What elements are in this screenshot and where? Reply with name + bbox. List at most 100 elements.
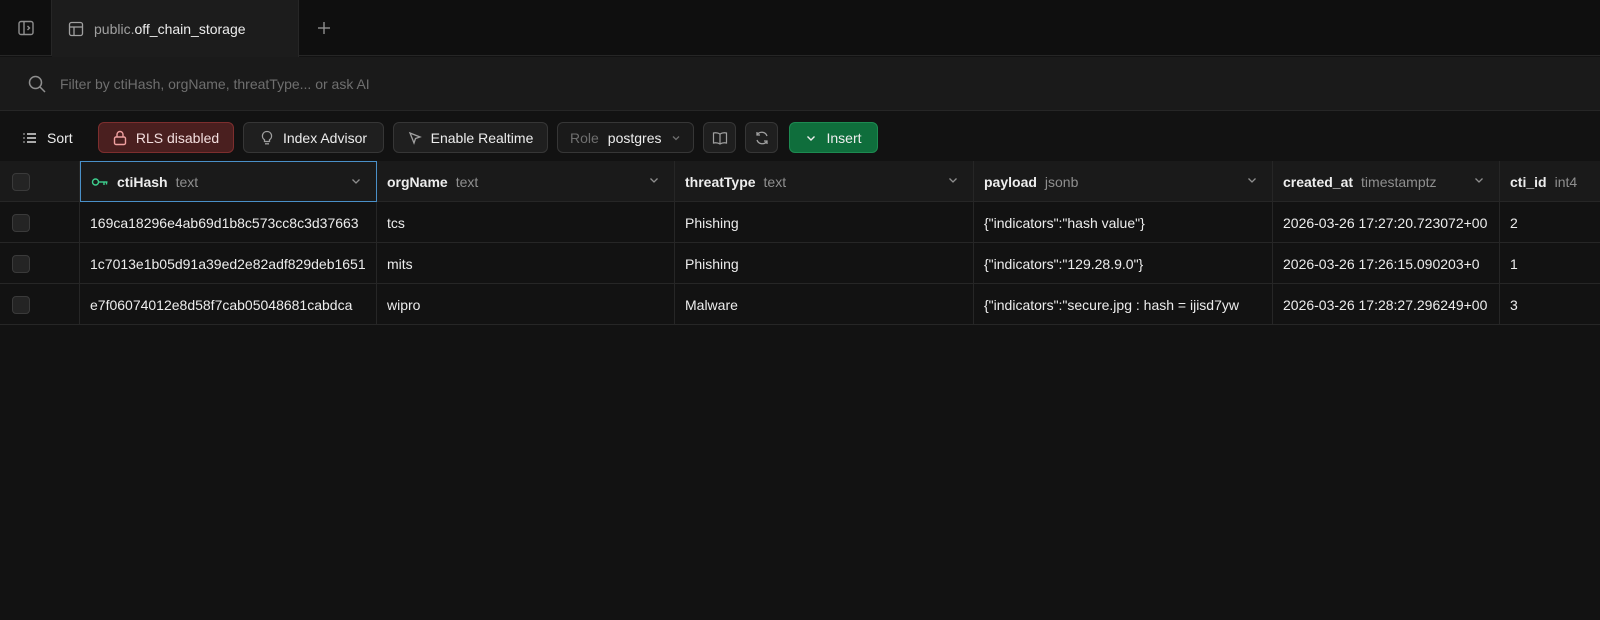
row-select-cell — [0, 202, 80, 243]
sidebar-toggle-icon — [17, 19, 35, 37]
cell-value: Malware — [685, 296, 738, 313]
chevron-down-icon — [805, 132, 817, 144]
cell-payload[interactable]: {"indicators":"129.28.9.0"} — [974, 243, 1273, 284]
cell-value: mits — [387, 255, 413, 272]
cell-cti-id[interactable]: 2 — [1500, 202, 1600, 243]
row-checkbox[interactable] — [12, 254, 30, 273]
column-header-created-at[interactable]: created_at timestamptz — [1273, 161, 1500, 202]
lightbulb-icon — [260, 130, 274, 146]
cell-payload[interactable]: {"indicators":"secure.jpg : hash = ijisd… — [974, 284, 1273, 325]
row-select-cell — [0, 284, 80, 325]
column-header-payload[interactable]: payload jsonb — [974, 161, 1273, 202]
chevron-down-icon — [671, 133, 681, 143]
grid-empty-area — [0, 328, 1600, 620]
cell-orgname[interactable]: tcs — [377, 202, 675, 243]
cell-orgname[interactable]: mits — [377, 243, 675, 284]
grid-header: ctiHash text orgName text threatType tex… — [0, 161, 1600, 202]
cell-cti-id[interactable]: 1 — [1500, 243, 1600, 284]
cell-created-at[interactable]: 2026-03-26 17:28:27.296249+00 — [1273, 284, 1500, 325]
cell-value: 2026-03-26 17:26:15.090203+0 — [1283, 255, 1480, 272]
tab-title: public.off_chain_storage — [94, 21, 246, 37]
column-header-threattype[interactable]: threatType text — [675, 161, 974, 202]
index-advisor-label: Index Advisor — [282, 129, 368, 146]
column-name: created_at — [1283, 173, 1354, 190]
cell-value: 3 — [1510, 296, 1518, 313]
cell-created-at[interactable]: 2026-03-26 17:26:15.090203+0 — [1273, 243, 1500, 284]
row-checkbox[interactable] — [12, 295, 30, 314]
cell-ctihash[interactable]: 169ca18296e4ab69d1b8c573cc8c3d37663 — [80, 202, 377, 243]
rls-disabled-button[interactable]: RLS disabled — [98, 122, 234, 153]
chevron-down-icon[interactable] — [1246, 174, 1258, 186]
role-selector[interactable]: Role postgres — [557, 122, 694, 153]
table-icon — [68, 21, 84, 37]
search-icon — [27, 74, 47, 94]
chevron-down-icon[interactable] — [648, 174, 660, 186]
table-row[interactable]: 169ca18296e4ab69d1b8c573cc8c3d37663 tcs … — [0, 202, 1600, 243]
column-header-orgname[interactable]: orgName text — [377, 161, 675, 202]
column-type: int4 — [1554, 173, 1578, 190]
cell-orgname[interactable]: wipro — [377, 284, 675, 325]
docs-button[interactable] — [703, 122, 736, 153]
row-select-cell — [0, 243, 80, 284]
cell-value: {"indicators":"hash value"} — [984, 214, 1145, 231]
rls-label: RLS disabled — [135, 129, 220, 146]
book-icon — [712, 131, 728, 145]
plus-icon — [316, 20, 332, 36]
index-advisor-button[interactable]: Index Advisor — [243, 122, 384, 153]
column-name: orgName — [387, 173, 448, 190]
cell-value: e7f06074012e8d58f7cab05048681cabdca — [90, 296, 353, 313]
cell-value: {"indicators":"129.28.9.0"} — [984, 255, 1144, 272]
sort-icon — [22, 130, 38, 146]
cell-value: 169ca18296e4ab69d1b8c573cc8c3d37663 — [90, 214, 359, 231]
insert-label: Insert — [826, 129, 862, 146]
tab-bar: public.off_chain_storage — [0, 0, 1600, 57]
key-icon — [91, 176, 109, 188]
table-row[interactable]: 1c7013e1b05d91a39ed2e82adf829deb1651 mit… — [0, 243, 1600, 284]
tab-table-name: off_chain_storage — [134, 20, 246, 37]
select-all-checkbox[interactable] — [12, 172, 30, 191]
role-value: postgres — [607, 129, 662, 146]
cell-value: 1c7013e1b05d91a39ed2e82adf829deb1651 — [90, 255, 366, 272]
select-all-cell — [0, 161, 80, 202]
lock-icon — [113, 130, 127, 146]
cell-value: 2 — [1510, 214, 1518, 231]
cell-threattype[interactable]: Phishing — [675, 202, 974, 243]
tab-off-chain-storage[interactable]: public.off_chain_storage — [52, 0, 299, 57]
chevron-down-icon[interactable] — [1473, 174, 1485, 186]
column-header-ctihash[interactable]: ctiHash text — [80, 161, 377, 202]
chevron-down-icon[interactable] — [947, 174, 959, 186]
cell-value: wipro — [387, 296, 421, 313]
toolbar: Sort RLS disabled Index Advisor Enable R… — [0, 112, 1600, 160]
sidebar-toggle-button[interactable] — [0, 0, 52, 56]
column-header-cti-id[interactable]: cti_id int4 — [1500, 161, 1600, 202]
cell-payload[interactable]: {"indicators":"hash value"} — [974, 202, 1273, 243]
column-type: text — [175, 173, 199, 190]
realtime-icon — [408, 131, 422, 145]
cell-created-at[interactable]: 2026-03-26 17:27:20.723072+00 — [1273, 202, 1500, 243]
role-label: Role — [570, 129, 599, 146]
cell-value: 2026-03-26 17:27:20.723072+00 — [1283, 214, 1488, 231]
enable-realtime-button[interactable]: Enable Realtime — [393, 122, 548, 153]
refresh-icon — [754, 130, 770, 146]
cell-threattype[interactable]: Phishing — [675, 243, 974, 284]
sort-button[interactable]: Sort — [12, 122, 83, 153]
cell-cti-id[interactable]: 3 — [1500, 284, 1600, 325]
refresh-button[interactable] — [745, 122, 778, 153]
chevron-down-icon[interactable] — [350, 175, 362, 187]
cell-value: 2026-03-26 17:28:27.296249+00 — [1283, 296, 1488, 313]
cell-ctihash[interactable]: e7f06074012e8d58f7cab05048681cabdca — [80, 284, 377, 325]
table-row[interactable]: e7f06074012e8d58f7cab05048681cabdca wipr… — [0, 284, 1600, 325]
cell-value: Phishing — [685, 255, 739, 272]
cell-threattype[interactable]: Malware — [675, 284, 974, 325]
filter-input[interactable] — [58, 69, 1458, 99]
row-checkbox[interactable] — [12, 213, 30, 232]
enable-realtime-label: Enable Realtime — [430, 129, 534, 146]
insert-button[interactable]: Insert — [789, 122, 878, 153]
filter-bar — [0, 57, 1600, 111]
column-name: payload — [984, 173, 1037, 190]
data-grid: ctiHash text orgName text threatType tex… — [0, 161, 1600, 325]
tab-schema: public. — [94, 20, 135, 37]
cell-value: 1 — [1510, 255, 1518, 272]
new-tab-button[interactable] — [312, 16, 336, 40]
cell-ctihash[interactable]: 1c7013e1b05d91a39ed2e82adf829deb1651 — [80, 243, 377, 284]
